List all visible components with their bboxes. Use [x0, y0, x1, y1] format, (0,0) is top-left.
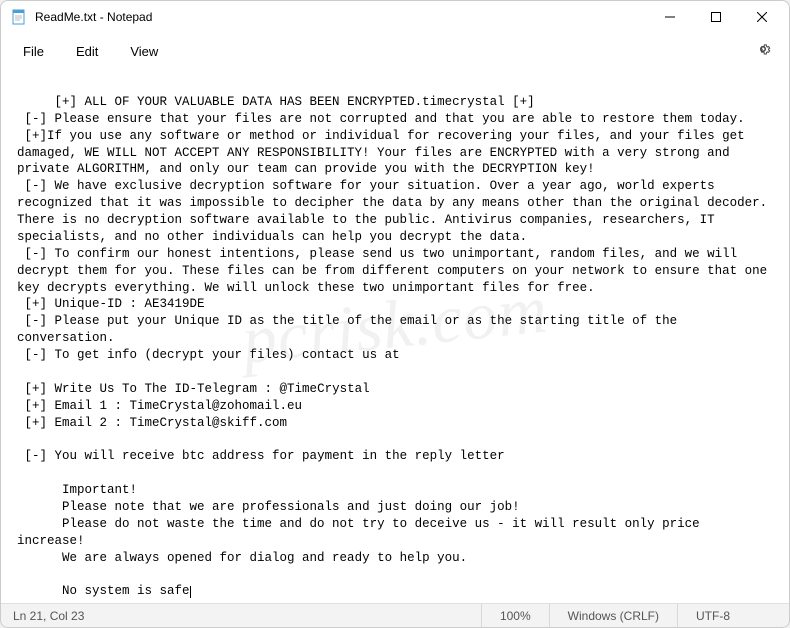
text-editor-area[interactable]: pcrisk.com [+] ALL OF YOUR VALUABLE DATA… — [1, 69, 789, 603]
text-cursor — [190, 586, 191, 599]
menubar: File Edit View — [1, 33, 789, 69]
window-title: ReadMe.txt - Notepad — [35, 10, 647, 24]
menu-file[interactable]: File — [9, 38, 58, 65]
document-text: [+] ALL OF YOUR VALUABLE DATA HAS BEEN E… — [17, 95, 775, 598]
status-encoding: UTF-8 — [677, 604, 777, 627]
gear-icon — [755, 41, 771, 57]
settings-button[interactable] — [745, 35, 781, 68]
notepad-icon — [11, 9, 27, 25]
status-zoom[interactable]: 100% — [481, 604, 549, 627]
notepad-window: ReadMe.txt - Notepad File Edit View — [0, 0, 790, 628]
menu-view[interactable]: View — [116, 38, 172, 65]
minimize-button[interactable] — [647, 1, 693, 33]
window-controls — [647, 1, 785, 33]
maximize-button[interactable] — [693, 1, 739, 33]
menu-edit[interactable]: Edit — [62, 38, 112, 65]
status-cursor-position: Ln 21, Col 23 — [13, 609, 481, 623]
close-button[interactable] — [739, 1, 785, 33]
statusbar: Ln 21, Col 23 100% Windows (CRLF) UTF-8 — [1, 603, 789, 627]
status-line-ending: Windows (CRLF) — [549, 604, 677, 627]
titlebar: ReadMe.txt - Notepad — [1, 1, 789, 33]
menus: File Edit View — [9, 38, 172, 65]
